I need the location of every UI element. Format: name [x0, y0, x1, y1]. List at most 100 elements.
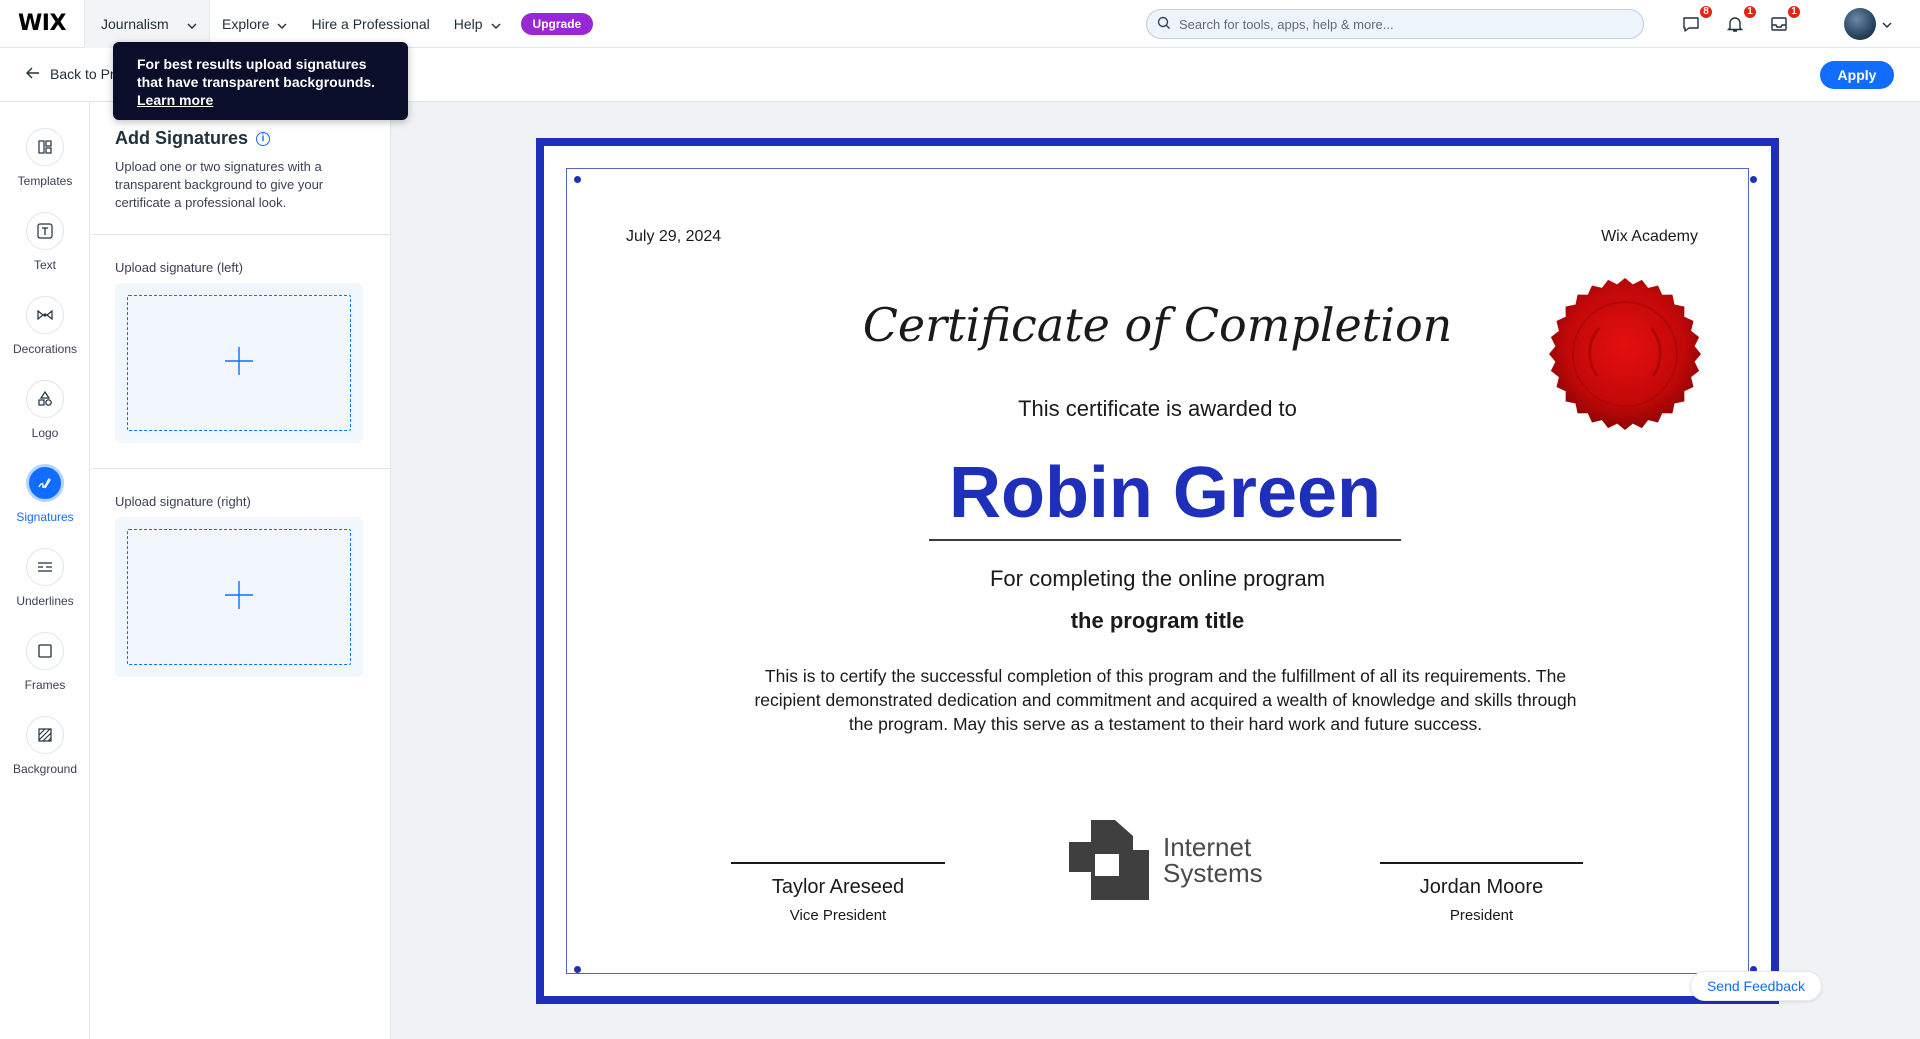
tooltip-line-1: For best results upload signatures — [137, 56, 367, 72]
certificate-body[interactable]: This is to certify the successful comple… — [744, 664, 1587, 736]
messages-icon[interactable]: 8 — [1680, 4, 1714, 35]
messages-badge: 8 — [1698, 4, 1714, 20]
plus-icon — [223, 579, 255, 616]
chevron-down-icon — [187, 16, 197, 32]
templates-icon — [26, 128, 64, 166]
rail-item-logo[interactable]: Logo — [0, 380, 90, 440]
rail-item-signatures[interactable]: Signatures — [0, 464, 90, 524]
upload-left-box — [115, 283, 363, 443]
upgrade-button[interactable]: Upgrade — [520, 12, 594, 35]
rail-item-frames[interactable]: Frames — [0, 632, 90, 692]
rail-item-decorations[interactable]: Decorations — [0, 296, 90, 356]
chevron-down-icon — [277, 16, 287, 32]
chevron-down-icon — [1882, 15, 1892, 33]
panel-title: Add Signatures i — [115, 128, 271, 149]
chevron-down-icon — [491, 16, 501, 32]
top-icons: 8 1 1 — [1680, 0, 1802, 48]
signature-left[interactable]: Taylor Areseed Vice President — [731, 862, 945, 924]
site-selector[interactable]: Journalism — [84, 0, 210, 48]
rail-label: Text — [33, 258, 56, 272]
rail-label: Background — [12, 762, 78, 776]
nav-explore[interactable]: Explore — [210, 0, 299, 48]
rail-item-underlines[interactable]: Underlines — [0, 548, 90, 608]
rail-item-background[interactable]: Background — [0, 716, 90, 776]
program-title[interactable]: the program title — [544, 608, 1771, 634]
wix-logo[interactable]: WIX — [0, 0, 84, 48]
inbox-icon[interactable]: 1 — [1768, 4, 1802, 35]
underlines-icon — [26, 548, 64, 586]
completion-text[interactable]: For completing the online program — [544, 566, 1771, 592]
rail-label: Templates — [17, 174, 73, 188]
frames-icon — [26, 632, 64, 670]
send-feedback-button[interactable]: Send Feedback — [1690, 971, 1822, 1001]
nav-help-label: Help — [453, 15, 483, 32]
signatures-panel: Add Signatures i Upload one or two signa… — [91, 102, 391, 1039]
text-icon — [26, 212, 64, 250]
avatar — [1844, 8, 1876, 40]
organization-logo[interactable]: Internet Systems — [1069, 820, 1263, 900]
shapes-icon — [26, 380, 64, 418]
rail-item-text[interactable]: Text — [0, 212, 90, 272]
search-input[interactable]: Search for tools, apps, help & more... — [1146, 9, 1644, 39]
upload-left-dropzone[interactable] — [127, 295, 351, 431]
signer-left-role: Vice President — [789, 906, 887, 924]
corner-ornament — [574, 966, 581, 973]
learn-more-link[interactable]: Learn more — [137, 91, 384, 109]
panel-title-text: Add Signatures — [115, 128, 249, 148]
upload-right-dropzone[interactable] — [127, 529, 351, 665]
panel-description: Upload one or two signatures with a tran… — [115, 159, 324, 210]
nav-explore-label: Explore — [222, 15, 270, 32]
rail-label: Frames — [24, 678, 66, 692]
search-icon — [1157, 16, 1171, 33]
signer-left-name: Taylor Areseed — [771, 875, 905, 898]
internet-systems-logo-icon — [1069, 820, 1149, 900]
editor-canvas: July 29, 2024 Wix Academy Certificate of… — [391, 102, 1920, 1039]
signature-line — [1380, 862, 1583, 864]
tooltip-line-2: that have transparent backgrounds. — [137, 74, 376, 90]
logo-text-line-2: Systems — [1163, 858, 1263, 888]
arrow-left-icon — [26, 66, 40, 82]
rail-item-templates[interactable]: Templates — [0, 128, 90, 188]
signer-right-role: President — [1449, 906, 1514, 924]
certificate-organization[interactable]: Wix Academy — [1601, 228, 1698, 246]
back-button[interactable]: Back to Pr — [26, 66, 115, 82]
upload-right-box — [115, 517, 363, 677]
rail-label: Underlines — [16, 594, 74, 608]
search-placeholder: Search for tools, apps, help & more... — [1179, 16, 1394, 32]
account-menu[interactable] — [1844, 8, 1892, 40]
rail-label: Signatures — [16, 510, 74, 524]
recipient-name[interactable]: Robin Green — [929, 449, 1401, 541]
notifications-badge: 1 — [1742, 4, 1758, 20]
logo-text-line-1: Internet — [1163, 832, 1252, 862]
signature-tooltip: For best results upload signatures that … — [113, 42, 408, 120]
nav-help[interactable]: Help — [442, 0, 513, 48]
background-icon — [26, 716, 64, 754]
logo-text: Internet Systems — [1163, 834, 1263, 886]
corner-ornament — [1750, 176, 1757, 183]
rail-label: Logo — [31, 426, 59, 440]
apply-button[interactable]: Apply — [1820, 61, 1894, 89]
upload-right-label: Upload signature (right) — [115, 494, 251, 509]
signer-right-name: Jordan Moore — [1419, 875, 1544, 898]
signature-right[interactable]: Jordan Moore President — [1380, 862, 1583, 924]
back-label: Back to Pr — [50, 66, 115, 82]
left-rail: Templates Text Decorations Logo Signatur… — [0, 102, 90, 1039]
site-name: Journalism — [101, 15, 169, 32]
info-icon[interactable]: i — [256, 131, 271, 146]
divider — [91, 234, 390, 235]
plus-icon — [223, 345, 255, 382]
rail-label: Decorations — [12, 342, 78, 356]
certificate[interactable]: July 29, 2024 Wix Academy Certificate of… — [536, 138, 1779, 1004]
nav-hire-label: Hire a Professional — [311, 15, 430, 32]
top-bar: WIX Journalism Explore Hire a Profession… — [0, 0, 1920, 48]
nav-hire-professional[interactable]: Hire a Professional — [299, 0, 441, 48]
signature-line — [731, 862, 945, 864]
divider — [91, 468, 390, 469]
inbox-badge: 1 — [1786, 4, 1802, 20]
certificate-date[interactable]: July 29, 2024 — [626, 228, 721, 246]
decorations-icon — [26, 296, 64, 334]
upload-left-label: Upload signature (left) — [115, 260, 243, 275]
corner-ornament — [574, 176, 581, 183]
notifications-icon[interactable]: 1 — [1724, 4, 1758, 35]
awarded-to-text[interactable]: This certificate is awarded to — [544, 396, 1771, 422]
